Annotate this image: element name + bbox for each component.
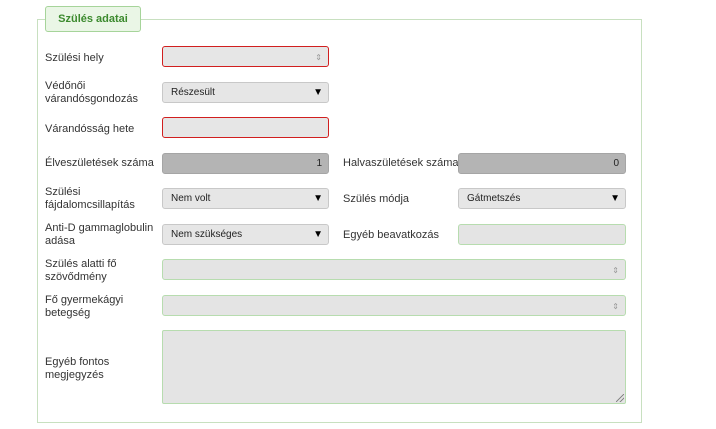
spinner-icon: ⇕ <box>612 302 619 311</box>
stillbirths-value: 0 <box>613 158 619 169</box>
other-intervention-input[interactable] <box>458 224 626 245</box>
spinner-icon: ⇕ <box>315 53 322 62</box>
chevron-down-icon: ▼ <box>313 193 323 204</box>
other-notes-label: Egyéb fontos megjegyzés <box>45 356 110 381</box>
chevron-down-icon: ▼ <box>610 193 620 204</box>
anti-d-value: Nem szükséges <box>171 229 243 240</box>
spinner-icon: ⇕ <box>612 266 619 275</box>
anti-d-label: Anti-D gammaglobulin adása <box>45 222 154 247</box>
other-notes-textarea[interactable] <box>162 330 626 404</box>
stillbirths-label: Halvaszületések száma <box>343 157 459 169</box>
birth-place-select[interactable]: ⇕ <box>162 46 329 67</box>
main-infant-disease-label: Fő gyermekágyi betegség <box>45 294 124 319</box>
resize-handle-icon[interactable] <box>616 394 624 402</box>
chevron-down-icon: ▼ <box>313 229 323 240</box>
pregnancy-week-input[interactable] <box>162 117 329 138</box>
live-births-input[interactable]: 1 <box>162 153 329 174</box>
prenatal-care-value: Részesült <box>171 87 215 98</box>
main-infant-disease-select[interactable]: ⇕ <box>162 295 626 316</box>
stillbirths-input[interactable]: 0 <box>458 153 626 174</box>
prenatal-care-label: Védőnői várandósgondozás <box>45 80 138 105</box>
delivery-mode-value: Gátmetszés <box>467 193 521 204</box>
main-complication-select[interactable]: ⇕ <box>162 259 626 280</box>
pain-relief-select[interactable]: Nem volt ▼ <box>162 188 329 209</box>
anti-d-select[interactable]: Nem szükséges ▼ <box>162 224 329 245</box>
section-title: Szülés adatai <box>45 6 141 32</box>
chevron-down-icon: ▼ <box>313 87 323 98</box>
delivery-mode-select[interactable]: Gátmetszés ▼ <box>458 188 626 209</box>
pain-relief-value: Nem volt <box>171 193 211 204</box>
live-births-label: Élveszületések száma <box>45 157 154 169</box>
birth-place-label: Szülési hely <box>45 52 104 64</box>
other-intervention-label: Egyéb beavatkozás <box>343 229 440 241</box>
pregnancy-week-label: Várandósság hete <box>45 123 135 135</box>
prenatal-care-select[interactable]: Részesült ▼ <box>162 82 329 103</box>
pain-relief-label: Szülési fájdalomcsillapítás <box>45 186 135 211</box>
delivery-mode-label: Szülés módja <box>343 193 410 205</box>
live-births-value: 1 <box>316 158 322 169</box>
main-complication-label: Szülés alatti fő szövődmény <box>45 258 117 283</box>
